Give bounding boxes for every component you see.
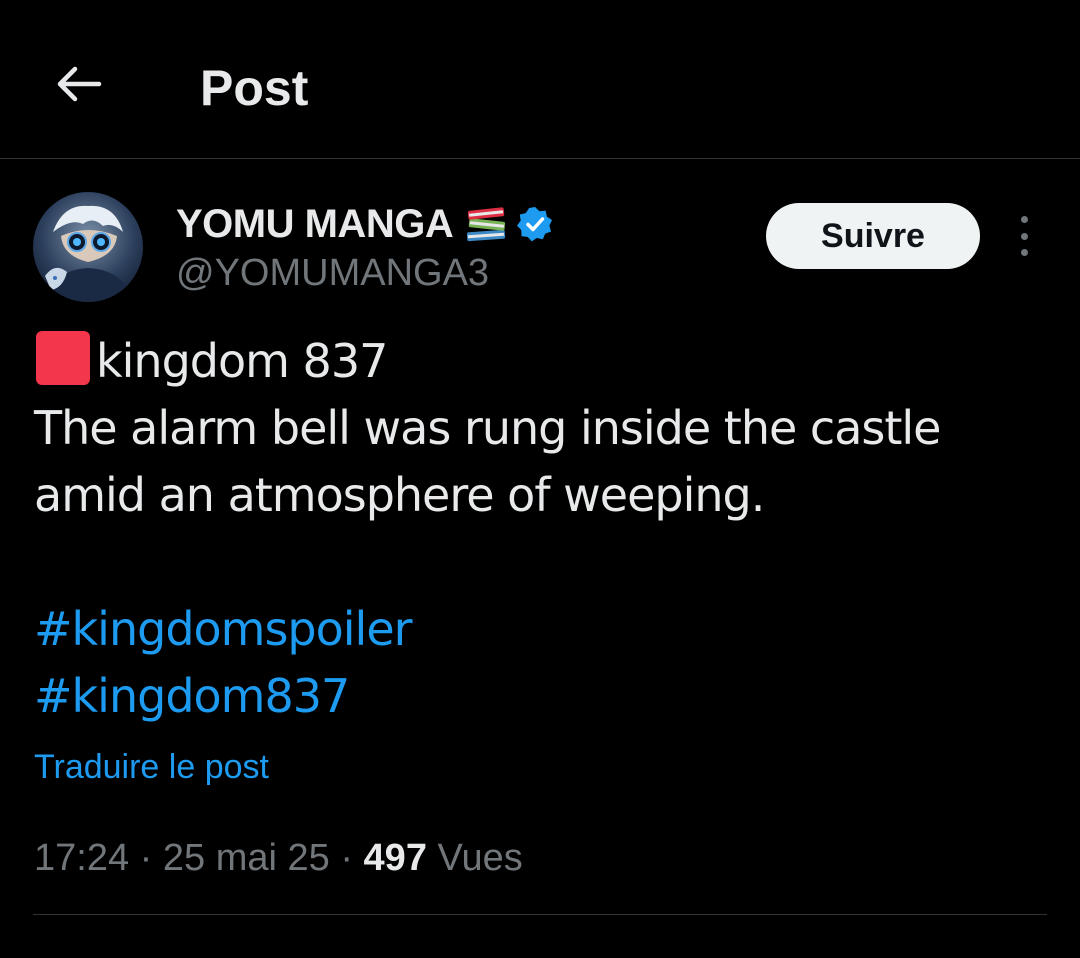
books-icon [463,203,509,245]
red-square-emoji [36,331,90,385]
translate-post-link[interactable]: Traduire le post [34,745,269,789]
top-bar: Post [0,0,1080,159]
post-date[interactable]: 25 mai 25 [163,837,330,879]
tweet-line-2: The alarm bell was rung inside the castl… [34,401,941,455]
views-label[interactable]: Vues [438,837,523,879]
tweet-line-1: kingdom 837 [34,328,1044,395]
hashtag-link[interactable]: #kingdom837 [34,663,1044,730]
author-name[interactable]: YOMU MANGA [176,202,454,247]
more-dot [1020,249,1028,256]
post-time[interactable]: 17:24 [34,837,129,879]
divider [33,914,1047,915]
verified-badge-icon[interactable] [517,206,553,242]
more-dot [1020,232,1028,240]
avatar[interactable] [33,192,143,302]
tweet-line-3: amid an atmosphere of weeping. [34,468,765,522]
more-dot [1020,216,1028,223]
views-count[interactable]: 497 [364,837,427,879]
more-vertical-icon[interactable] [1008,214,1040,258]
author-handle[interactable]: @YOMUMANGA3 [176,250,489,296]
back-button[interactable] [48,54,108,114]
follow-button[interactable]: Suivre [766,203,980,269]
meta-separator: · [340,837,353,879]
hashtag-link[interactable]: #kingdomspoiler [34,596,1044,663]
meta-separator: · [139,837,153,879]
tweet-text: kingdom 837 The alarm bell was rung insi… [34,328,1044,730]
page-title: Post [200,60,309,116]
tweet-line-1-text: kingdom 837 [96,334,388,388]
author-name-row[interactable]: YOMU MANGA [176,200,553,248]
post-meta: 17:24 · 25 mai 25 · 497 Vues [34,834,523,882]
arrow-left-icon [57,66,102,102]
